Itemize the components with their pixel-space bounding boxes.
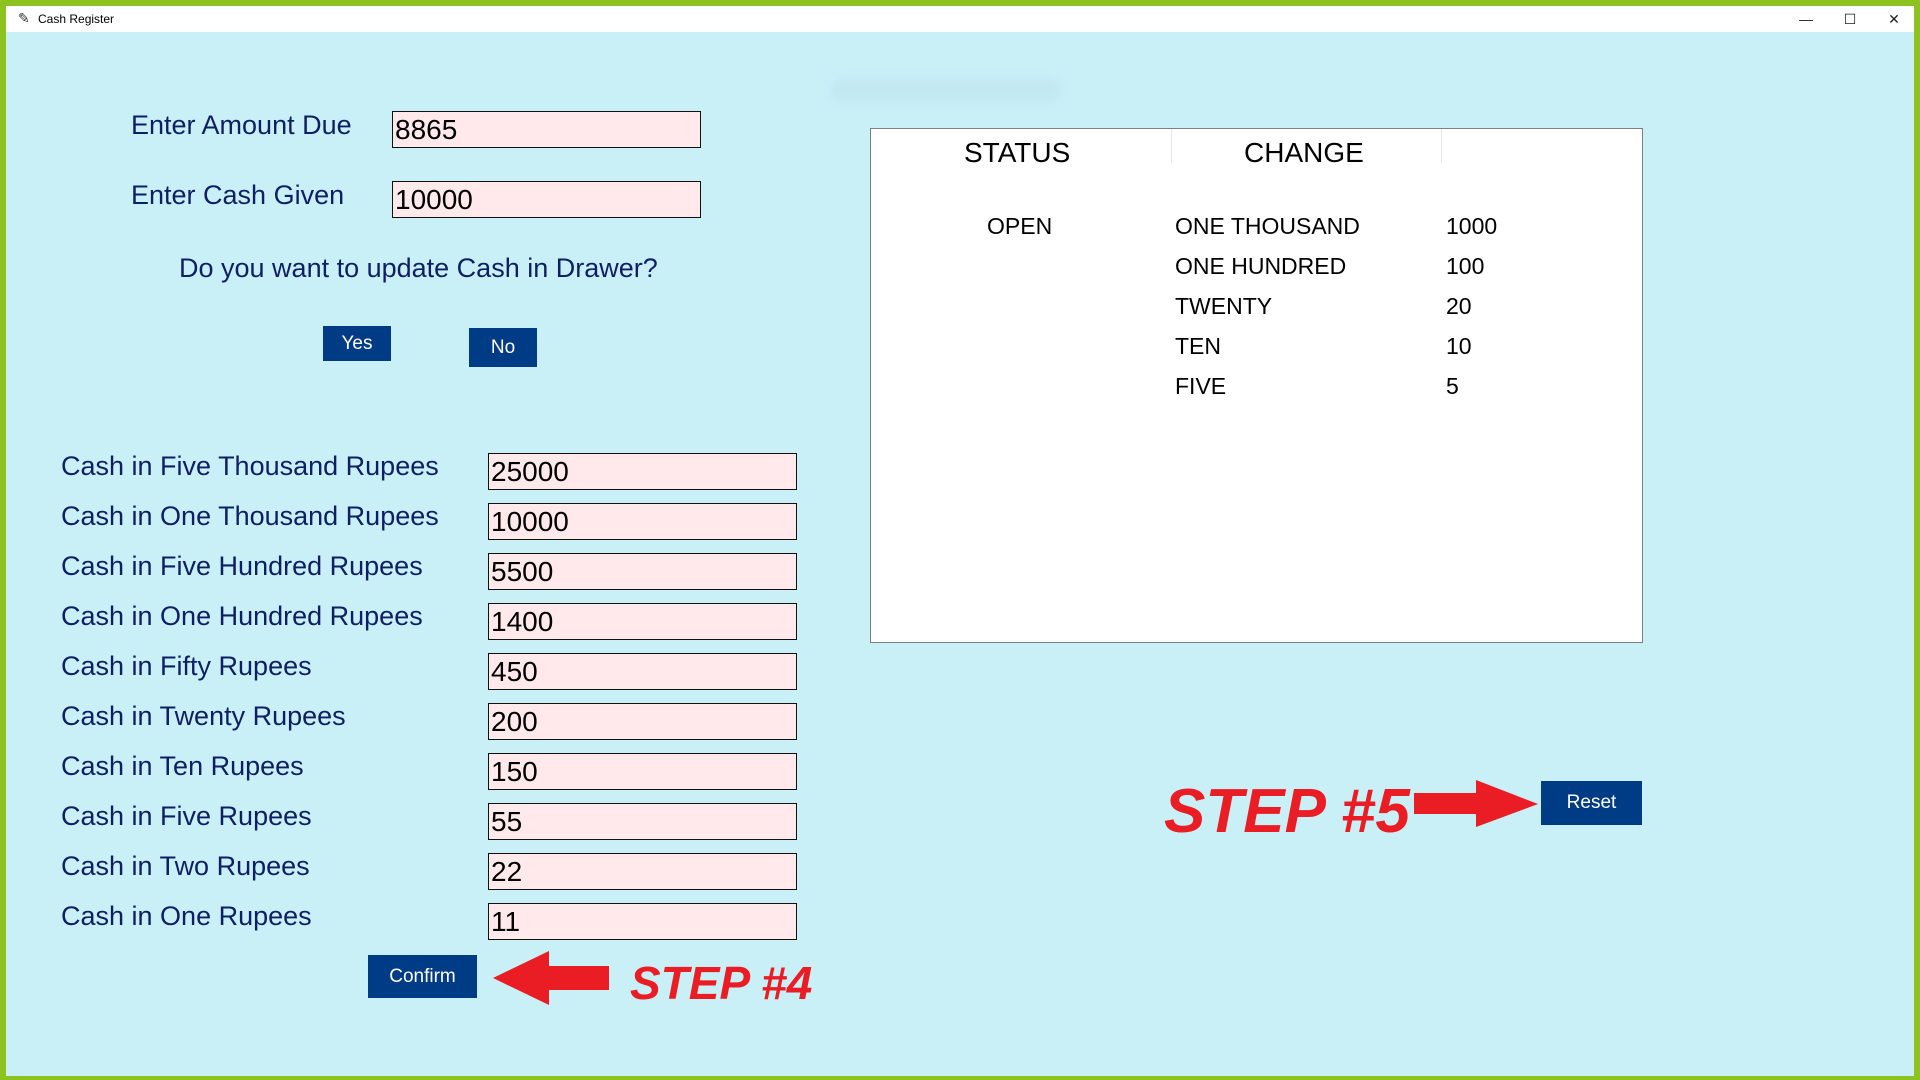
change-amount: 5 (1446, 373, 1459, 399)
yes-button[interactable]: Yes (323, 326, 391, 361)
change-amount: 1000 (1446, 213, 1498, 239)
drawer-label: Cash in Five Hundred Rupees (61, 551, 423, 581)
result-panel: STATUS CHANGE OPEN ONE THOUSAND 1000 ONE H… (870, 128, 1643, 643)
close-button[interactable]: ✕ (1874, 6, 1914, 32)
drawer-input[interactable] (488, 553, 797, 590)
cash-register-window: ✎ Cash Register — ☐ ✕ Enter Amount Due E… (6, 6, 1914, 1076)
step-5-annotation: STEP #5 (1164, 777, 1410, 846)
drawer-label: Cash in Two Rupees (61, 851, 310, 881)
update-drawer-question: Do you want to update Cash in Drawer? (179, 253, 658, 283)
drawer-input[interactable] (488, 703, 797, 740)
change-header: CHANGE (1244, 137, 1364, 168)
title-bar: ✎ Cash Register — ☐ ✕ (6, 6, 1914, 32)
change-denomination: TEN (1175, 333, 1221, 359)
arrow-left-icon (493, 951, 609, 1005)
cash-given-input[interactable] (392, 181, 701, 218)
cash-given-label: Enter Cash Given (131, 180, 345, 210)
amount-due-label: Enter Amount Due (131, 110, 352, 140)
drawer-input[interactable] (488, 803, 797, 840)
change-amount: 10 (1446, 333, 1472, 359)
reset-button[interactable]: Reset (1541, 781, 1642, 825)
drawer-input[interactable] (488, 903, 797, 940)
drawer-label: Cash in Twenty Rupees (61, 701, 346, 731)
change-denomination: ONE HUNDRED (1175, 253, 1347, 279)
drawer-input[interactable] (488, 603, 797, 640)
minimize-button[interactable]: — (1786, 6, 1826, 32)
change-amount: 20 (1446, 293, 1472, 319)
feather-icon: ✎ (18, 10, 30, 26)
window-title: Cash Register (38, 12, 115, 26)
drawer-label: Cash in One Thousand Rupees (61, 501, 439, 531)
confirm-button[interactable]: Confirm (368, 955, 477, 998)
drawer-label: Cash in Five Thousand Rupees (61, 451, 439, 481)
drawer-input[interactable] (488, 853, 797, 890)
drawer-input[interactable] (488, 453, 797, 490)
maximize-button[interactable]: ☐ (1830, 6, 1870, 32)
status-header: STATUS (964, 137, 1071, 168)
step-4-annotation: STEP #4 (630, 957, 813, 1009)
amount-due-input[interactable] (392, 111, 701, 148)
status-value: OPEN (987, 213, 1053, 239)
change-denomination: ONE THOUSAND (1175, 213, 1360, 239)
drawer-label: Cash in Ten Rupees (61, 751, 304, 781)
column-divider (1171, 129, 1172, 163)
drawer-input[interactable] (488, 653, 797, 690)
drawer-input[interactable] (488, 753, 797, 790)
drawer-label: Cash in One Hundred Rupees (61, 601, 423, 631)
change-denomination: TWENTY (1175, 293, 1273, 319)
drawer-input[interactable] (488, 503, 797, 540)
drawer-label: Cash in Fifty Rupees (61, 651, 312, 681)
change-denomination: FIVE (1175, 373, 1227, 399)
change-amount: 100 (1446, 253, 1485, 279)
no-button[interactable]: No (469, 328, 537, 367)
drawer-label: Cash in Five Rupees (61, 801, 312, 831)
column-divider (1441, 129, 1442, 163)
drawer-label: Cash in One Rupees (61, 901, 312, 931)
arrow-right-icon (1414, 780, 1538, 827)
blurred-artifact (831, 78, 1061, 102)
